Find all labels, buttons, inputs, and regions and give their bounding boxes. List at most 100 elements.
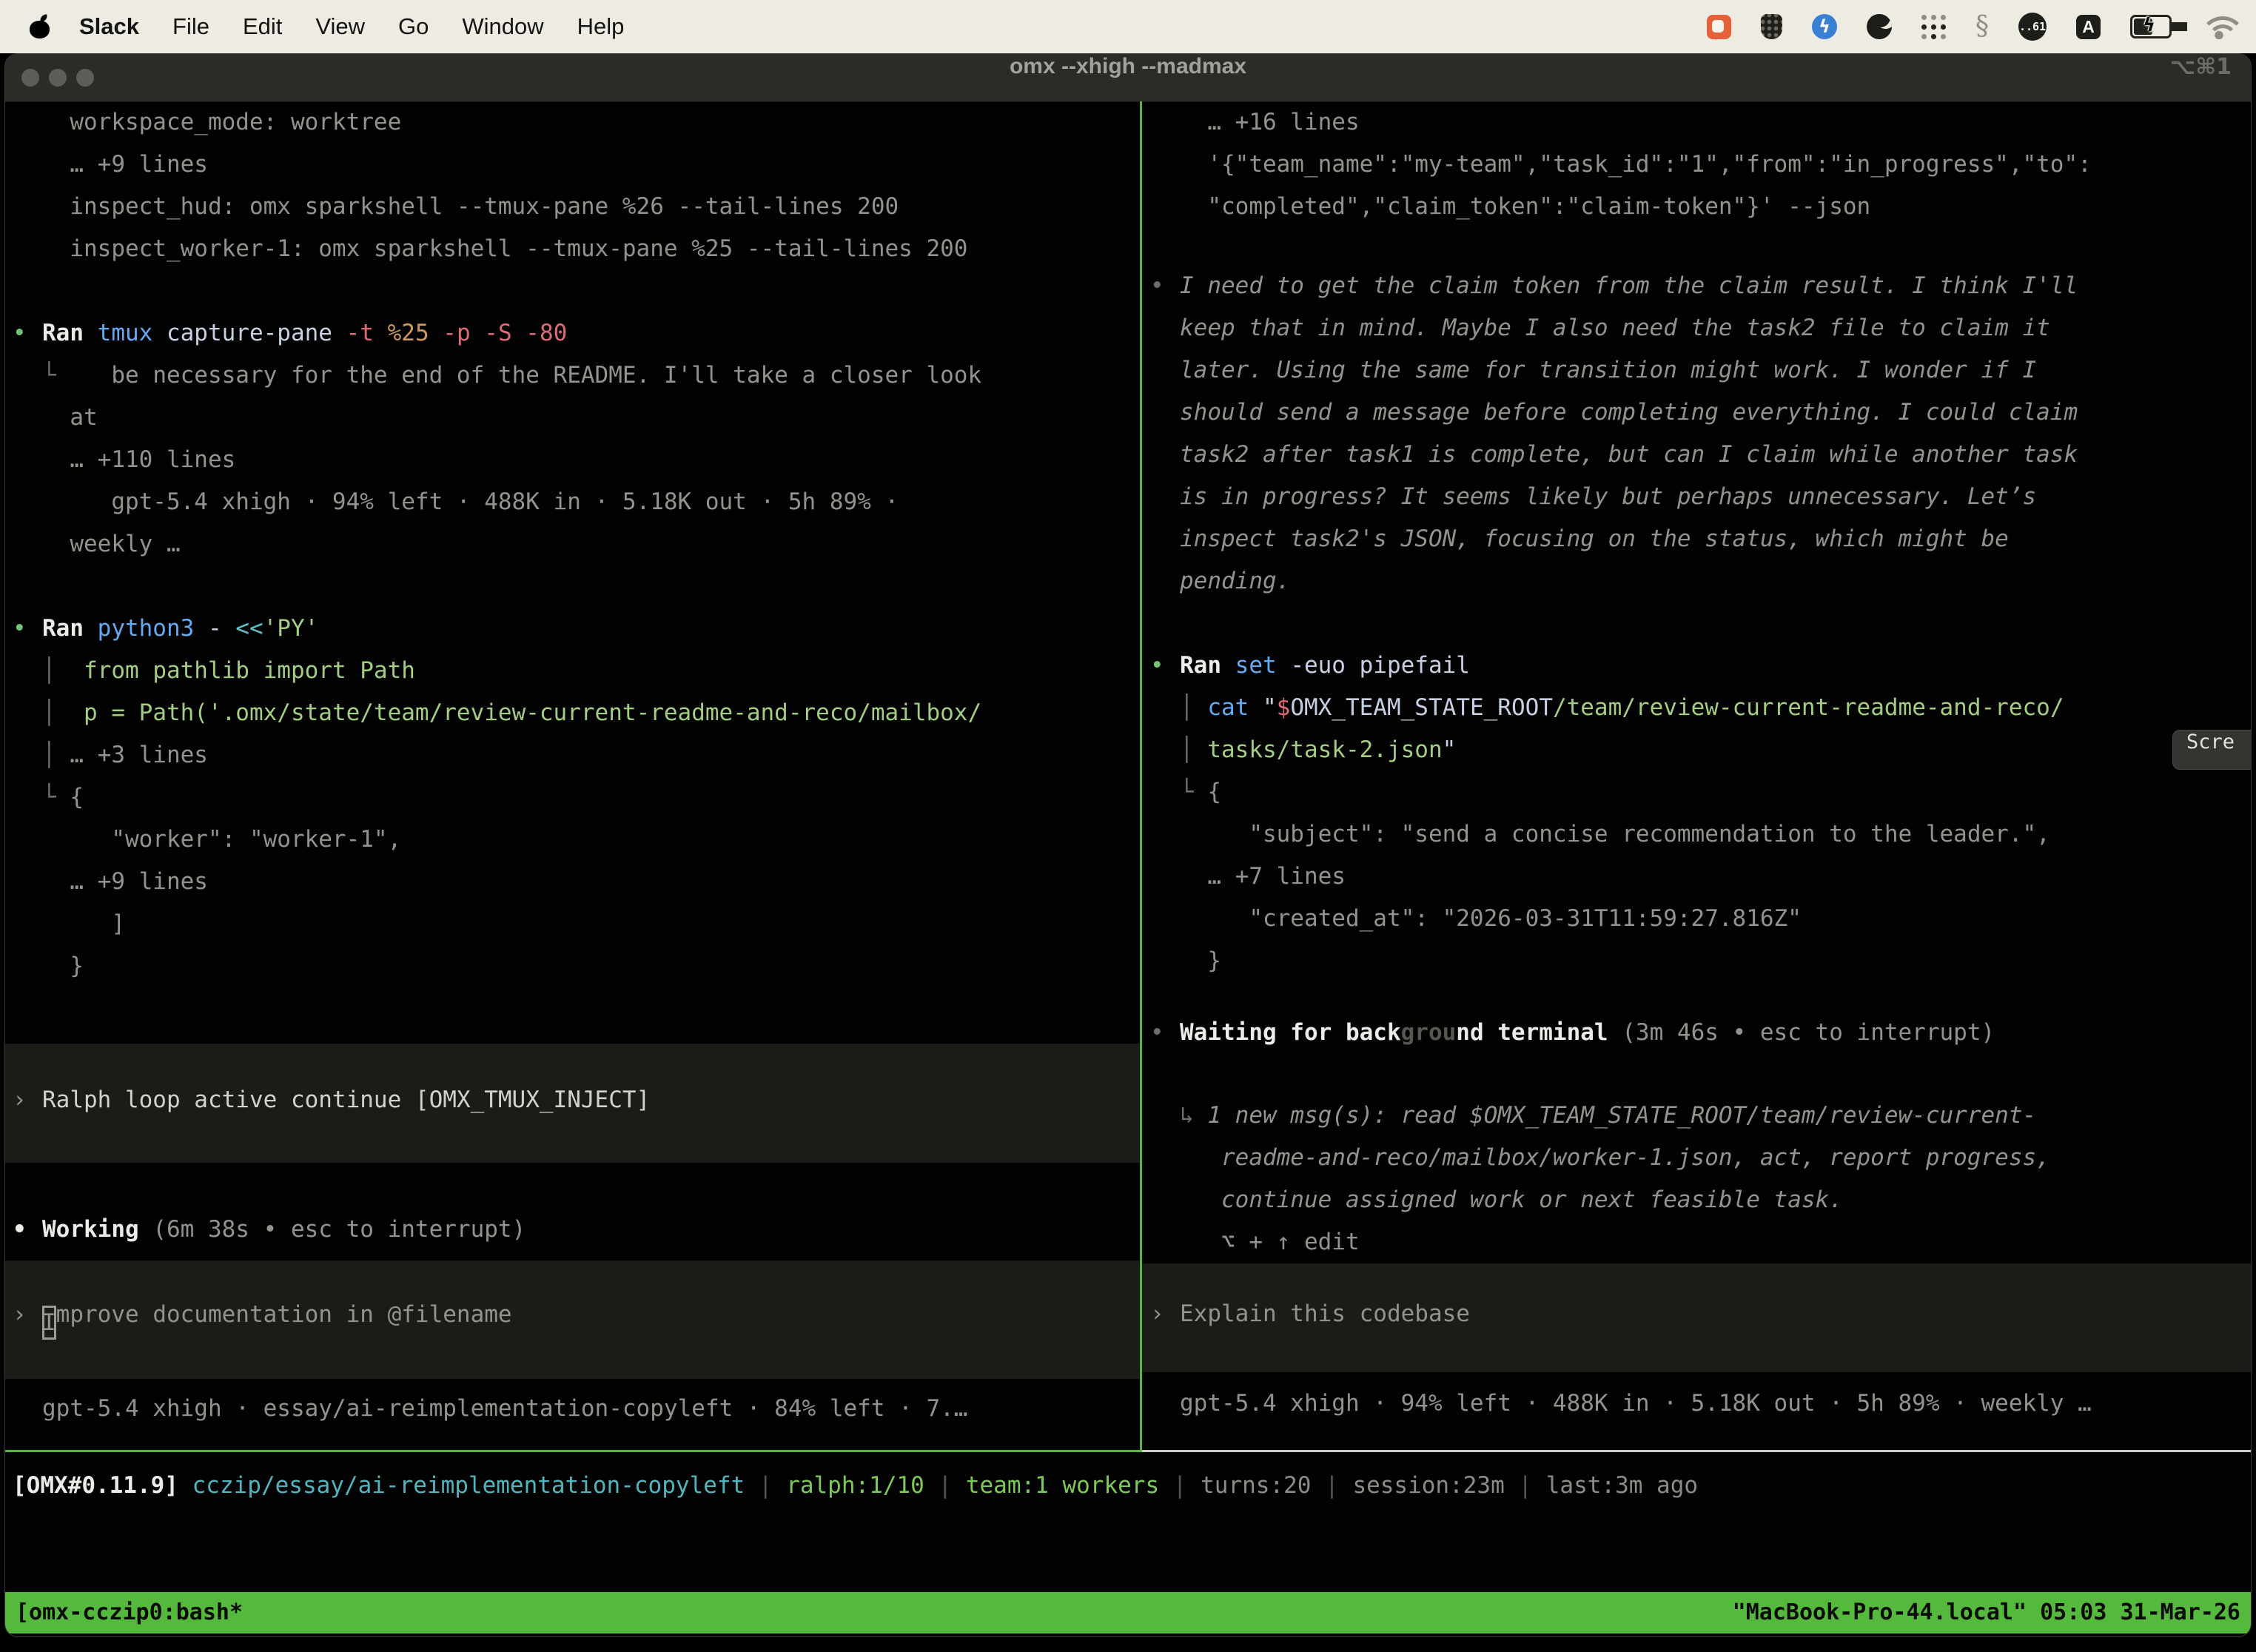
terminal-text: (6m 38s • esc to interrupt) xyxy=(152,1216,526,1243)
spacer xyxy=(42,1251,43,1260)
terminal-text: 1 new msg(s): read $OMX_TEAM_STATE_ROOT/… xyxy=(1207,1102,2036,1129)
wifi-icon[interactable] xyxy=(2201,14,2237,39)
shield-icon[interactable] xyxy=(1761,14,1782,39)
thinking-line: pending. xyxy=(1180,560,2252,602)
terminal-line: ↳ 1 new msg(s): read $OMX_TEAM_STATE_ROO… xyxy=(1180,1095,2252,1137)
spacer xyxy=(1180,602,1181,645)
terminal-text: 'PY' xyxy=(263,615,319,642)
terminal-line: … +7 lines xyxy=(1180,856,2252,898)
line-bullet: • xyxy=(1150,1012,1164,1054)
status-segment: [OMX#0.11.9] xyxy=(13,1472,178,1499)
terminal-line: weekly … xyxy=(42,523,1140,565)
prompt-input-line[interactable]: ›Explain this codebase xyxy=(1180,1293,2252,1335)
terminal-line: } xyxy=(1180,940,2252,982)
spacer xyxy=(1180,1372,1181,1383)
terminal-text: └ xyxy=(42,784,70,810)
thinking-line: •I need to get the claim token from the … xyxy=(1180,265,2252,307)
menu-item-window[interactable]: Window xyxy=(462,13,543,40)
pane-divider[interactable] xyxy=(1140,101,1142,1452)
terminal-text: │ xyxy=(42,657,84,684)
terminal-line: … +16 lines xyxy=(1180,101,2252,144)
spacer xyxy=(42,1163,43,1209)
menu-item-edit[interactable]: Edit xyxy=(243,13,282,40)
terminal-text: python3 xyxy=(98,615,208,642)
status-segment: | xyxy=(1505,1472,1546,1499)
right-pane-border xyxy=(1142,1450,2251,1452)
prompt-band: ›Explain this codebase xyxy=(1142,1263,2252,1372)
terminal-line: │ cat "$OMX_TEAM_STATE_ROOT/team/review-… xyxy=(1180,687,2252,729)
sync-activity-icon[interactable] xyxy=(1812,14,1837,39)
status-segment: | xyxy=(1311,1472,1352,1499)
terminal-text: Explain this codebase xyxy=(1180,1300,1470,1327)
terminal-text: '{"team_name":"my-team","task_id":"1","f… xyxy=(1180,151,2092,178)
terminal-text: continue assigned work or next feasible … xyxy=(1180,1186,1843,1213)
terminal-line: … +9 lines xyxy=(42,861,1140,903)
terminal-line: inspect_hud: omx sparkshell --tmux-pane … xyxy=(42,186,1140,228)
terminal-text: "worker": "worker-1", xyxy=(42,826,401,853)
terminal-text: should send a message before completing … xyxy=(1180,399,2078,426)
battery-percent-badge-icon[interactable]: ..61 xyxy=(2018,13,2047,41)
terminal-line: │ tasks/task-2.json" xyxy=(1180,729,2252,771)
terminal-line: at xyxy=(42,397,1140,439)
screen-tooltip: Scre xyxy=(2172,730,2251,770)
menu-bar: Slack File Edit View Go Window Help ..61 A xyxy=(0,0,2256,53)
left-terminal-pane[interactable]: workspace_mode: worktree … +9 lines insp… xyxy=(42,101,1140,1430)
spacer xyxy=(1180,228,1181,265)
menu-item-app[interactable]: Slack xyxy=(79,13,139,40)
terminal-text: nd terminal xyxy=(1456,1019,1622,1046)
working-status: •Working (6m 38s • esc to interrupt) xyxy=(42,1209,1140,1251)
terminal-text: p = Path('.omx/state/team/review-current… xyxy=(84,699,981,726)
status-segment: team:1 workers xyxy=(966,1472,1159,1499)
right-terminal-pane[interactable]: … +16 lines '{"team_name":"my-team","tas… xyxy=(1180,101,2252,1425)
menu-item-file[interactable]: File xyxy=(172,13,209,40)
hook-icon[interactable] xyxy=(1975,13,1989,40)
tmux-session-label: [omx-cczip0:bash* xyxy=(16,1592,243,1633)
terminal-text: │ xyxy=(1180,694,1207,721)
terminal-text: │ xyxy=(42,699,84,726)
terminal-text: capture-pane xyxy=(167,320,346,346)
apple-menu-icon[interactable] xyxy=(30,15,50,38)
terminal-line: "subject": "send a concise recommendatio… xyxy=(1180,813,2252,856)
terminal-text: Waiting for back xyxy=(1180,1019,1401,1046)
terminal-text: cat xyxy=(1207,694,1263,721)
battery-icon[interactable] xyxy=(2130,15,2172,38)
browser-icon[interactable] xyxy=(1867,14,1892,39)
terminal-text: -80 xyxy=(526,320,567,346)
input-source-icon[interactable]: A xyxy=(2076,15,2101,39)
terminal-text: at xyxy=(42,404,98,431)
line-bullet: • xyxy=(13,608,27,650)
terminal-text: -euo pipefail xyxy=(1290,652,1470,679)
terminal-text: │ xyxy=(1180,736,1207,763)
terminal-text: I xyxy=(42,1306,56,1340)
prompt-input-line[interactable]: ›Improve documentation in @filename xyxy=(42,1294,1140,1336)
terminal-line: workspace_mode: worktree xyxy=(42,101,1140,144)
chat-app-icon[interactable] xyxy=(1707,15,1731,39)
window-titlebar[interactable]: omx --xhigh --madmax ⌥⌘1 xyxy=(5,54,2251,102)
terminal-text: grou xyxy=(1401,1019,1457,1046)
dots-grid-icon[interactable] xyxy=(1921,15,1946,39)
menu-item-help[interactable]: Help xyxy=(577,13,625,40)
terminal-text: { xyxy=(70,784,84,810)
terminal-text: └ xyxy=(42,362,56,389)
terminal-text: inspect task2's JSON, focusing on the st… xyxy=(1180,526,2009,552)
terminal-line: └ { xyxy=(42,776,1140,819)
terminal-line: ⌥ + ↑ edit xyxy=(1180,1221,2252,1263)
line-bullet: › xyxy=(13,1079,27,1121)
terminal-text: I need to get the claim token from the c… xyxy=(1180,272,2078,299)
ran-command-line: •Ran set -euo pipefail xyxy=(1180,645,2252,687)
ran-command-line: •Ran tmux capture-pane -t %25 -p -S -80 xyxy=(42,312,1140,355)
line-bullet: › xyxy=(13,1294,27,1336)
terminal-text: … +3 lines xyxy=(70,742,208,768)
menu-item-view[interactable]: View xyxy=(315,13,365,40)
terminal-line: inspect_worker-1: omx sparkshell --tmux-… xyxy=(42,228,1140,270)
menu-item-go[interactable]: Go xyxy=(398,13,429,40)
status-segment: ralph:1/10 xyxy=(786,1472,924,1499)
terminal-line: "worker": "worker-1", xyxy=(42,819,1140,861)
terminal-line: "created_at": "2026-03-31T11:59:27.816Z" xyxy=(1180,898,2252,940)
terminal-text: Ran xyxy=(42,320,98,346)
terminal-text: mprove documentation in @filename xyxy=(56,1301,512,1328)
ralph-loop-notice: ›Ralph loop active continue [OMX_TMUX_IN… xyxy=(42,1079,1140,1121)
terminal-text: "completed","claim_token":"claim-token"}… xyxy=(1180,193,1870,220)
ran-command-line: •Ran python3 - <<'PY' xyxy=(42,608,1140,650)
terminal-text: set xyxy=(1235,652,1291,679)
